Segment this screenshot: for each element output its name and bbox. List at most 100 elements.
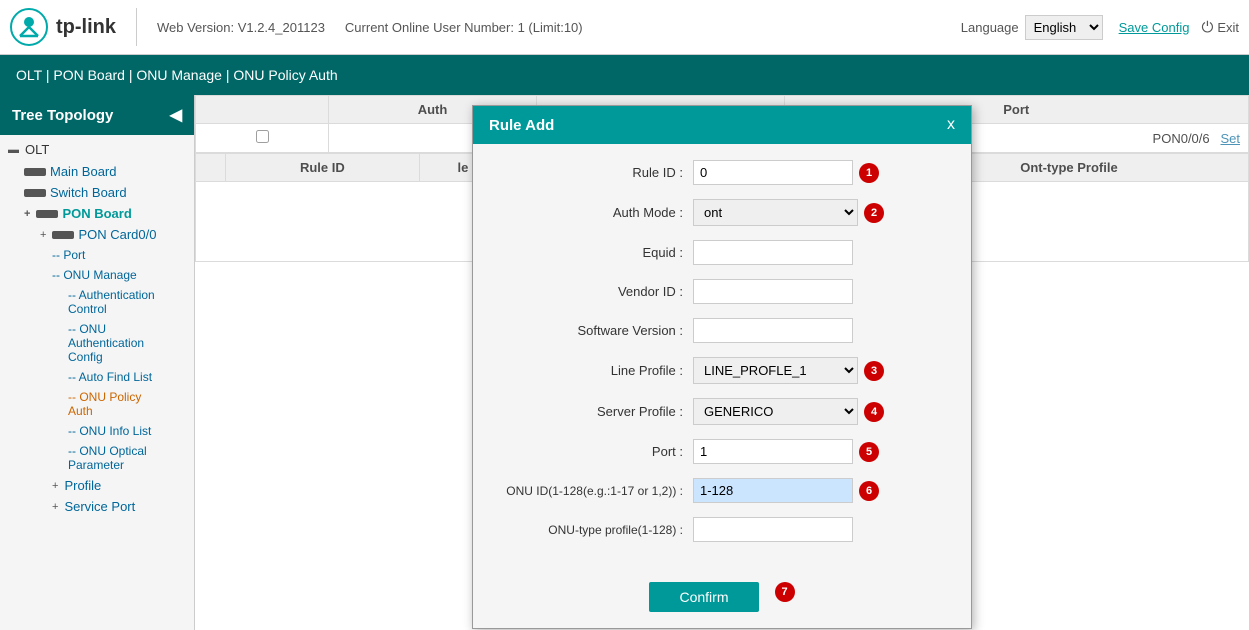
software-version-input[interactable] <box>693 318 853 343</box>
pon-board-label: PON Board <box>62 206 131 221</box>
port-input[interactable] <box>693 439 853 464</box>
modal-footer: Confirm 7 <box>473 572 971 628</box>
onu-manage-prefix: -- <box>52 268 63 282</box>
onu-type-input[interactable] <box>693 517 853 542</box>
pon-card-icon <box>52 231 74 239</box>
rule-id-label: Rule ID : <box>493 165 693 180</box>
onu-type-label: ONU-type profile(1-128) : <box>493 523 693 537</box>
step-badge-3: 3 <box>864 361 884 381</box>
onu-info-label: ONU Info List <box>79 424 151 438</box>
sidebar-item-auto-find[interactable]: -- Auto Find List <box>0 367 194 387</box>
sidebar-title-text: Tree Topology <box>12 107 113 124</box>
software-version-row: Software Version : <box>493 318 951 343</box>
server-profile-row: Server Profile : GENERICO DEFAULT 4 <box>493 398 951 425</box>
online-users: Current Online User Number: 1 (Limit:10) <box>345 20 583 35</box>
sidebar-item-pon-card[interactable]: + PON Card0/0 <box>0 224 194 245</box>
sidebar-item-onu-auth-config[interactable]: -- ONU Authentication Config <box>0 319 194 367</box>
profile-label: Profile <box>64 478 101 493</box>
save-config-button[interactable]: Save Config <box>1119 20 1190 35</box>
rule-id-input[interactable] <box>693 160 853 185</box>
sidebar-item-pon-board[interactable]: + PON Board <box>0 203 194 224</box>
exit-area[interactable]: ⏻ Exit <box>1201 19 1239 36</box>
sidebar-item-onu-policy-auth[interactable]: -- ONU Policy Auth <box>0 387 194 421</box>
header-info: Web Version: V1.2.4_201123 Current Onlin… <box>157 20 961 35</box>
auth-prefix: -- <box>68 288 79 302</box>
sidebar-item-port[interactable]: -- Port <box>0 245 194 265</box>
breadcrumb-text: OLT | PON Board | ONU Manage | ONU Polic… <box>16 67 338 83</box>
service-port-expand-icon: + <box>52 501 58 513</box>
power-icon: ⏻ <box>1201 19 1213 36</box>
sidebar-item-onu-info[interactable]: -- ONU Info List <box>0 421 194 441</box>
auto-find-label: Auto Find List <box>79 370 152 384</box>
port-row: Port : 5 <box>493 439 951 464</box>
pon-board-icon <box>36 210 58 218</box>
main-layout: Tree Topology ◀ ▬ OLT Main Board Switch … <box>0 95 1249 630</box>
exit-label: Exit <box>1217 20 1239 35</box>
switch-board-icon <box>24 189 46 197</box>
sidebar-title: Tree Topology ◀ <box>0 95 194 135</box>
sidebar-item-switch-board[interactable]: Switch Board <box>0 182 194 203</box>
onu-optical-prefix: -- <box>68 444 79 458</box>
modal-close-button[interactable]: x <box>947 116 955 134</box>
sidebar-item-onu-manage[interactable]: -- ONU Manage <box>0 265 194 285</box>
equid-input[interactable] <box>693 240 853 265</box>
rule-add-modal: Rule Add x Rule ID : 1 Auth Mode : <box>472 105 972 629</box>
sidebar-item-onu-optical[interactable]: -- ONU Optical Parameter <box>0 441 194 475</box>
profile-expand-icon: + <box>52 480 58 492</box>
port-prefix: -- <box>52 248 63 262</box>
modal-overlay: Rule Add x Rule ID : 1 Auth Mode : <box>195 95 1249 630</box>
auth-mode-row: Auth Mode : ont sn password sn+password … <box>493 199 951 226</box>
sidebar-toggle-button[interactable]: ◀ <box>170 105 182 125</box>
language-select[interactable]: English Chinese <box>1025 15 1103 40</box>
vendor-id-input[interactable] <box>693 279 853 304</box>
sidebar: Tree Topology ◀ ▬ OLT Main Board Switch … <box>0 95 195 630</box>
main-board-label: Main Board <box>50 164 116 179</box>
tree-olt-root: ▬ OLT <box>0 138 194 161</box>
step-badge-4: 4 <box>864 402 884 422</box>
onu-policy-auth-label: ONU Policy Auth <box>68 390 141 418</box>
server-profile-select[interactable]: GENERICO DEFAULT <box>693 398 858 425</box>
confirm-button[interactable]: Confirm <box>649 582 758 612</box>
line-profile-select[interactable]: LINE_PROFLE_1 LINE_PROFLE_2 <box>693 357 858 384</box>
line-profile-row: Line Profile : LINE_PROFLE_1 LINE_PROFLE… <box>493 357 951 384</box>
sidebar-item-auth-control[interactable]: -- Authentication Control <box>0 285 194 319</box>
tp-link-logo-icon <box>10 8 48 46</box>
onu-type-row: ONU-type profile(1-128) : <box>493 517 951 542</box>
step-badge-1: 1 <box>859 163 879 183</box>
vendor-id-row: Vendor ID : <box>493 279 951 304</box>
sidebar-item-main-board[interactable]: Main Board <box>0 161 194 182</box>
modal-title: Rule Add <box>489 117 554 134</box>
pon-card-label: PON Card0/0 <box>78 227 156 242</box>
modal-body: Rule ID : 1 Auth Mode : ont sn password … <box>473 144 971 572</box>
expand-icon: ▬ <box>8 144 19 156</box>
step-badge-5: 5 <box>859 442 879 462</box>
modal-header: Rule Add x <box>473 106 971 144</box>
olt-label: OLT <box>25 142 49 157</box>
equid-label: Equid : <box>493 245 693 260</box>
web-version: Web Version: V1.2.4_201123 <box>157 20 325 35</box>
rule-id-row: Rule ID : 1 <box>493 160 951 185</box>
onu-auth-config-label: ONU Authentication Config <box>68 322 144 364</box>
vendor-id-label: Vendor ID : <box>493 284 693 299</box>
sidebar-item-profile[interactable]: + Profile <box>0 475 194 496</box>
line-profile-label: Line Profile : <box>493 363 693 378</box>
onu-policy-prefix: -- <box>68 390 79 404</box>
auth-mode-select[interactable]: ont sn password sn+password <box>693 199 858 226</box>
onu-auth-prefix: -- <box>68 322 79 336</box>
sidebar-item-service-port[interactable]: + Service Port <box>0 496 194 517</box>
software-version-label: Software Version : <box>493 323 693 338</box>
onu-id-label: ONU ID(1-128(e.g.:1-17 or 1,2)) : <box>493 484 693 498</box>
server-profile-label: Server Profile : <box>493 404 693 419</box>
tree-root-node: ▬ OLT Main Board Switch Board + PON Boar… <box>0 135 194 520</box>
step-badge-2: 2 <box>864 203 884 223</box>
breadcrumb: OLT | PON Board | ONU Manage | ONU Polic… <box>0 55 1249 95</box>
onu-id-row: ONU ID(1-128(e.g.:1-17 or 1,2)) : 6 <box>493 478 951 503</box>
auth-mode-label: Auth Mode : <box>493 205 693 220</box>
language-area: Language English Chinese <box>961 15 1103 40</box>
pon-board-expand-icon: + <box>24 208 30 220</box>
content-area: Foro ISP Auth Target Port <box>195 95 1249 630</box>
onu-info-prefix: -- <box>68 424 79 438</box>
language-label: Language <box>961 20 1019 35</box>
onu-id-input[interactable] <box>693 478 853 503</box>
main-board-icon <box>24 168 46 176</box>
